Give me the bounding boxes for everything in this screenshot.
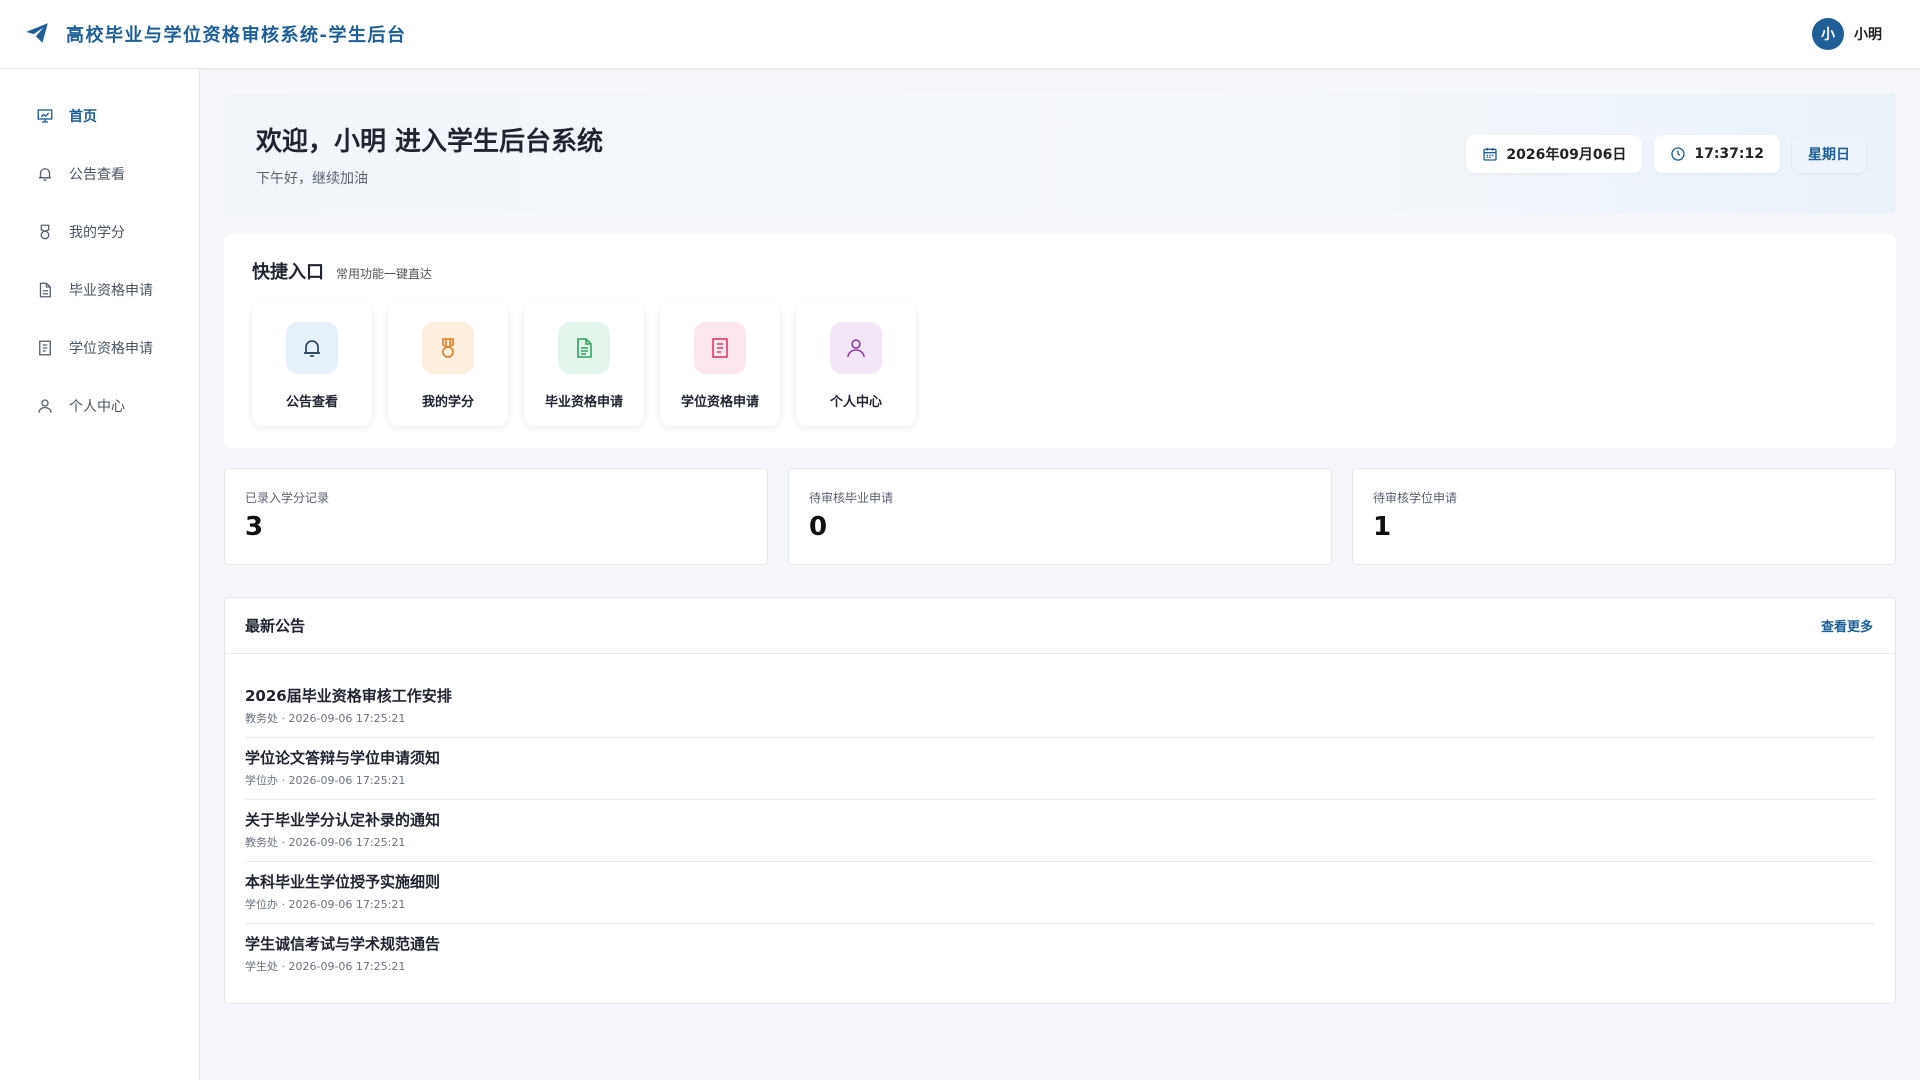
main-content: 欢迎，小明 进入学生后台系统 下午好，继续加油 2026年09月06日 17:3… <box>224 93 1896 1004</box>
stat-card-pending-graduation: 待审核毕业申请 0 <box>788 468 1332 565</box>
time-pill: 17:37:12 <box>1654 135 1780 173</box>
quick-access-panel: 快捷入口 常用功能一键直达 公告查看 我的学分 毕业资格申请 学位资格申请 个人… <box>224 234 1896 448</box>
stat-card-pending-degree: 待审核学位申请 1 <box>1352 468 1896 565</box>
notice-meta: 教务处 · 2026-09-06 17:25:21 <box>245 836 406 849</box>
sidebar-item-label: 学位资格申请 <box>69 341 153 357</box>
sidebar-item-label: 个人中心 <box>69 399 125 415</box>
sidebar-item-home[interactable]: 首页 <box>0 87 199 145</box>
notice-item[interactable]: 学生诚信考试与学术规范通告 学生处 · 2026-09-06 17:25:21 <box>245 924 1875 986</box>
document-icon <box>36 281 54 299</box>
notice-item[interactable]: 关于毕业学分认定补录的通知 教务处 · 2026-09-06 17:25:21 <box>245 800 1875 862</box>
quick-card-label: 学位资格申请 <box>680 395 759 410</box>
user-icon <box>830 322 882 374</box>
quick-card-graduation-application[interactable]: 毕业资格申请 <box>524 302 644 426</box>
welcome-banner: 欢迎，小明 进入学生后台系统 下午好，继续加油 2026年09月06日 17:3… <box>224 93 1896 214</box>
presentation-icon <box>36 107 54 125</box>
notices-title: 最新公告 <box>245 617 306 635</box>
document-icon <box>558 322 610 374</box>
quick-card-label: 个人中心 <box>829 395 882 410</box>
sidebar-item-announcements[interactable]: 公告查看 <box>0 145 199 203</box>
view-more-link[interactable]: 查看更多 <box>1821 616 1873 635</box>
stat-value: 3 <box>245 512 264 542</box>
sidebar-item-label: 公告查看 <box>69 167 125 183</box>
notice-title[interactable]: 学生诚信考试与学术规范通告 <box>245 933 1875 954</box>
sidebar-item-credits[interactable]: 我的学分 <box>0 203 199 261</box>
notice-item[interactable]: 2026届毕业资格审核工作安排 教务处 · 2026-09-06 17:25:2… <box>245 676 1875 738</box>
latest-notices-panel: 最新公告 查看更多 2026届毕业资格审核工作安排 教务处 · 2026-09-… <box>224 597 1896 1004</box>
stat-card-credit-records: 已录入学分记录 3 <box>224 468 768 565</box>
quick-access-subtitle: 常用功能一键直达 <box>336 267 433 281</box>
quick-card-label: 毕业资格申请 <box>544 395 623 410</box>
time-text: 17:37:12 <box>1694 146 1764 162</box>
sidebar-item-profile[interactable]: 个人中心 <box>0 377 199 435</box>
medal-icon <box>422 322 474 374</box>
weekday-pill: 星期日 <box>1792 135 1866 173</box>
app-title: 高校毕业与学位资格审核系统-学生后台 <box>66 25 407 46</box>
stat-label: 待审核学位申请 <box>1373 491 1458 505</box>
datetime-pills: 2026年09月06日 17:37:12 星期日 <box>1454 135 1866 173</box>
avatar[interactable]: 小 <box>1812 18 1844 50</box>
date-pill: 2026年09月06日 <box>1466 135 1643 173</box>
form-icon <box>36 339 54 357</box>
quick-card-announcements[interactable]: 公告查看 <box>252 302 372 426</box>
notice-title[interactable]: 本科毕业生学位授予实施细则 <box>245 871 1875 892</box>
sidebar-item-degree-application[interactable]: 学位资格申请 <box>0 319 199 377</box>
quick-card-label: 公告查看 <box>285 395 338 410</box>
bell-icon <box>286 322 338 374</box>
notice-meta: 教务处 · 2026-09-06 17:25:21 <box>245 712 406 725</box>
quick-access-title: 快捷入口 <box>252 262 324 283</box>
stat-label: 已录入学分记录 <box>245 491 330 505</box>
user-name[interactable]: 小明 <box>1854 24 1882 44</box>
notice-title[interactable]: 2026届毕业资格审核工作安排 <box>245 685 1875 706</box>
stat-label: 待审核毕业申请 <box>809 491 894 505</box>
stat-value: 0 <box>809 512 828 542</box>
notice-item[interactable]: 学位论文答辩与学位申请须知 学位办 · 2026-09-06 17:25:21 <box>245 738 1875 800</box>
stats-row: 已录入学分记录 3 待审核毕业申请 0 待审核学位申请 1 <box>224 468 1896 565</box>
bell-icon <box>36 165 54 183</box>
user-icon <box>36 397 54 415</box>
notice-title[interactable]: 关于毕业学分认定补录的通知 <box>245 809 1875 830</box>
sidebar-item-label: 首页 <box>69 109 97 125</box>
notice-title[interactable]: 学位论文答辩与学位申请须知 <box>245 747 1875 768</box>
clock-icon <box>1670 146 1686 162</box>
notice-meta: 学生处 · 2026-09-06 17:25:21 <box>245 960 406 973</box>
user-menu[interactable]: 小 小明 <box>1812 18 1882 50</box>
stat-value: 1 <box>1373 512 1392 542</box>
quick-card-credits[interactable]: 我的学分 <box>388 302 508 426</box>
form-icon <box>694 322 746 374</box>
notice-list: 2026届毕业资格审核工作安排 教务处 · 2026-09-06 17:25:2… <box>225 654 1895 986</box>
weekday-text: 星期日 <box>1808 147 1850 163</box>
paper-plane-icon <box>24 20 52 48</box>
date-text: 2026年09月06日 <box>1506 147 1627 163</box>
notice-meta: 学位办 · 2026-09-06 17:25:21 <box>245 898 406 911</box>
calendar-icon <box>1482 146 1498 162</box>
sidebar-item-graduation-application[interactable]: 毕业资格申请 <box>0 261 199 319</box>
top-header: 高校毕业与学位资格审核系统-学生后台 小 小明 <box>0 0 1920 69</box>
quick-card-degree-application[interactable]: 学位资格申请 <box>660 302 780 426</box>
quick-card-label: 我的学分 <box>421 395 474 410</box>
sidebar-item-label: 我的学分 <box>69 225 125 241</box>
medal-icon <box>36 223 54 241</box>
notice-item[interactable]: 本科毕业生学位授予实施细则 学位办 · 2026-09-06 17:25:21 <box>245 862 1875 924</box>
quick-card-profile[interactable]: 个人中心 <box>796 302 916 426</box>
sidebar: 首页 公告查看 我的学分 毕业资格申请 学位资格申请 个人中心 <box>0 69 200 1080</box>
sidebar-item-label: 毕业资格申请 <box>69 283 153 299</box>
notice-meta: 学位办 · 2026-09-06 17:25:21 <box>245 774 406 787</box>
